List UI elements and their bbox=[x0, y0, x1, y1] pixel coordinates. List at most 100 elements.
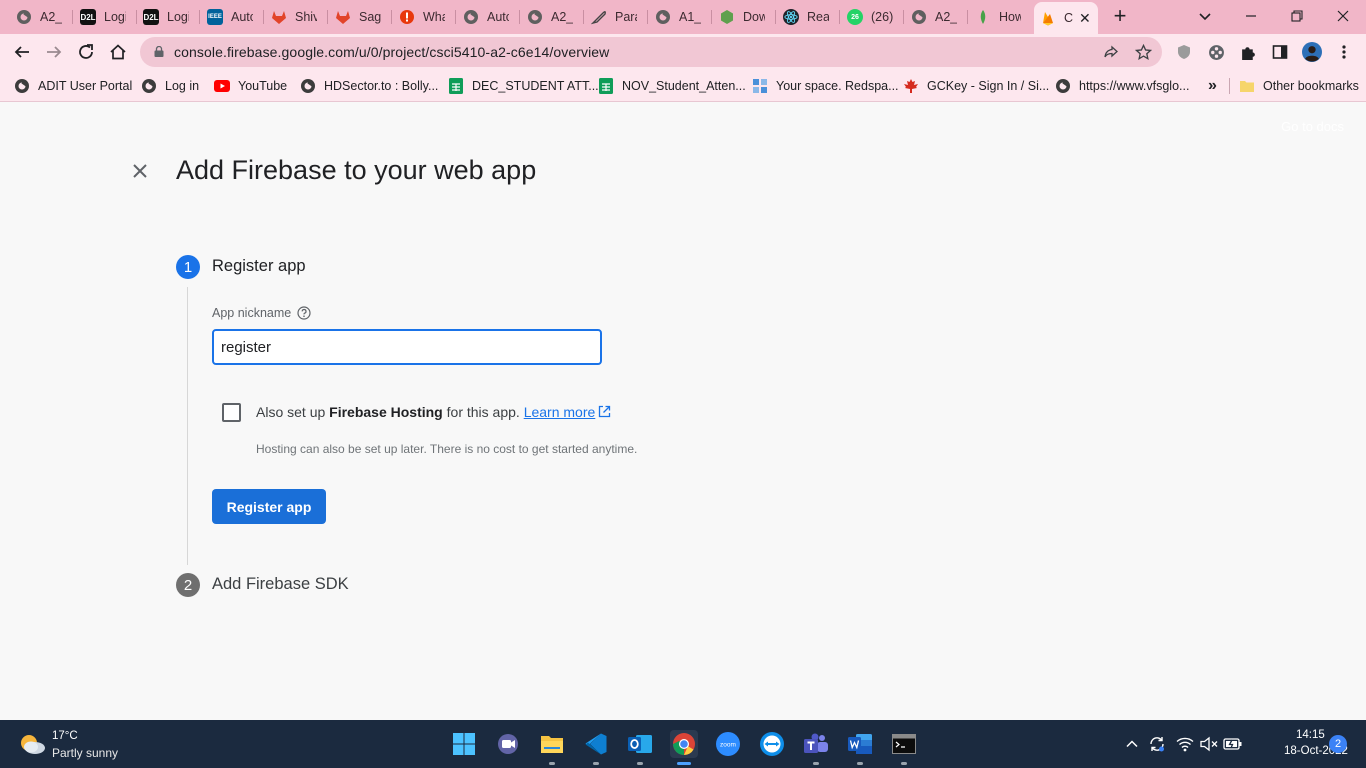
tab-title: Autc bbox=[487, 10, 509, 24]
forward-arrow-icon[interactable] bbox=[42, 40, 66, 64]
bookmark-vfsglobal[interactable]: https://www.vfsglo... bbox=[1055, 77, 1189, 95]
tab-4[interactable]: Shiv bbox=[271, 4, 327, 30]
browser-toolbar: console.firebase.google.com/u/0/project/… bbox=[0, 34, 1366, 70]
restore-button[interactable] bbox=[1282, 4, 1312, 28]
shield-extension-icon[interactable] bbox=[1174, 42, 1194, 62]
close-window-button[interactable] bbox=[1328, 4, 1358, 28]
learn-more-link[interactable]: Learn more bbox=[524, 404, 596, 420]
address-bar[interactable]: console.firebase.google.com/u/0/project/… bbox=[140, 37, 1162, 67]
bookmark-star-icon[interactable] bbox=[1133, 42, 1153, 62]
tab-0[interactable]: A2_F bbox=[16, 4, 72, 30]
tab-1[interactable]: D2L Logi bbox=[80, 4, 136, 30]
bookmark-dec-student-att[interactable]: DEC_STUDENT ATT... bbox=[448, 77, 599, 95]
bookmark-redspace[interactable]: Your space. Redspa... bbox=[752, 77, 899, 95]
volume-muted-icon[interactable] bbox=[1199, 734, 1219, 754]
tab-title: Dow bbox=[743, 10, 765, 24]
running-indicator bbox=[813, 762, 819, 765]
page-title: Add Firebase to your web app bbox=[176, 155, 537, 185]
bookmark-label: DEC_STUDENT ATT... bbox=[472, 79, 599, 93]
notification-badge[interactable]: 2 bbox=[1329, 735, 1347, 753]
nodejs-icon bbox=[719, 9, 735, 25]
chrome-icon[interactable] bbox=[670, 730, 698, 758]
hosting-text-prefix: Also set up bbox=[256, 404, 330, 420]
vscode-icon[interactable] bbox=[582, 730, 610, 758]
file-explorer-icon[interactable] bbox=[538, 730, 566, 758]
tab-title: Shiv bbox=[295, 10, 317, 24]
film-extension-icon[interactable] bbox=[1206, 42, 1226, 62]
tab-3[interactable]: IEEE Autc bbox=[207, 4, 263, 30]
more-bookmarks-chevron[interactable]: » bbox=[1208, 77, 1217, 95]
back-arrow-icon[interactable] bbox=[10, 40, 34, 64]
firebase-hosting-checkbox[interactable] bbox=[222, 403, 241, 422]
tab-16-active[interactable]: C ✕ bbox=[1034, 2, 1098, 34]
bookmark-hdsector[interactable]: HDSector.to : Bolly... bbox=[300, 77, 438, 95]
terminal-icon[interactable] bbox=[890, 730, 918, 758]
more-menu-icon[interactable] bbox=[1334, 42, 1354, 62]
tab-12[interactable]: Reac bbox=[783, 4, 839, 30]
tab-11[interactable]: Dow bbox=[719, 4, 775, 30]
firebase-icon bbox=[1040, 10, 1056, 26]
close-icon[interactable] bbox=[128, 159, 152, 183]
tab-title: (26) bbox=[871, 10, 894, 24]
teams-chat-icon[interactable] bbox=[494, 730, 522, 758]
app-nickname-input[interactable] bbox=[212, 329, 602, 365]
wifi-icon[interactable] bbox=[1175, 734, 1195, 754]
tab-2[interactable]: D2L Logi bbox=[143, 4, 199, 30]
weather-temperature[interactable]: 17°C bbox=[52, 730, 78, 742]
tab-search-chevron-icon[interactable] bbox=[1196, 7, 1214, 25]
share-icon[interactable] bbox=[1101, 42, 1121, 62]
partly-sunny-icon[interactable] bbox=[18, 732, 46, 756]
tab-14[interactable]: A2_F bbox=[911, 4, 967, 30]
reload-icon[interactable] bbox=[74, 40, 98, 64]
bookmark-log-in[interactable]: Log in bbox=[141, 77, 199, 95]
bookmark-label: Other bookmarks bbox=[1263, 79, 1359, 93]
tab-title: Reac bbox=[807, 10, 829, 24]
go-to-docs-link[interactable]: Go to docs bbox=[1281, 119, 1344, 134]
clock-time[interactable]: 14:15 bbox=[1296, 729, 1325, 741]
tab-9[interactable]: Para bbox=[591, 4, 647, 30]
outlook-icon[interactable] bbox=[626, 730, 654, 758]
show-hidden-icons-chevron[interactable] bbox=[1122, 734, 1142, 754]
profile-avatar[interactable] bbox=[1302, 42, 1322, 62]
register-app-button[interactable]: Register app bbox=[212, 489, 326, 524]
tab-title: A2_F bbox=[40, 10, 62, 24]
external-link-icon[interactable] bbox=[598, 405, 611, 418]
home-icon[interactable] bbox=[106, 40, 130, 64]
tab-title: Wha bbox=[423, 10, 445, 24]
bookmark-youtube[interactable]: YouTube bbox=[214, 77, 287, 95]
tab-13[interactable]: 26 (26) bbox=[847, 4, 903, 30]
minimize-button[interactable] bbox=[1236, 4, 1266, 28]
teams-icon[interactable] bbox=[802, 730, 830, 758]
bookmark-adit-user-portal[interactable]: ADIT User Portal bbox=[14, 77, 132, 95]
tab-title: Para bbox=[615, 10, 637, 24]
tab-10[interactable]: A1_E bbox=[655, 4, 711, 30]
side-panel-icon[interactable] bbox=[1270, 42, 1290, 62]
close-tab-icon[interactable]: ✕ bbox=[1079, 10, 1091, 27]
sync-icon[interactable] bbox=[1147, 734, 1167, 754]
new-tab-button[interactable]: + bbox=[1108, 5, 1132, 29]
word-icon[interactable] bbox=[846, 730, 874, 758]
bookmark-label: https://www.vfsglo... bbox=[1079, 79, 1190, 93]
battery-charging-icon[interactable] bbox=[1223, 734, 1243, 754]
bookmark-gckey[interactable]: GCKey - Sign In / Si... bbox=[903, 77, 1049, 95]
puzzle-extensions-icon[interactable] bbox=[1238, 42, 1258, 62]
gitlab-icon bbox=[335, 9, 351, 25]
bookmark-nov-student-atten[interactable]: NOV_Student_Atten... bbox=[598, 77, 746, 95]
zoom-icon[interactable]: zoom bbox=[714, 730, 742, 758]
help-circle-icon[interactable] bbox=[297, 306, 311, 320]
d2l-icon: D2L bbox=[143, 9, 159, 25]
bookmark-label: GCKey - Sign In / Si... bbox=[927, 79, 1050, 93]
tab-7[interactable]: Autc bbox=[463, 4, 519, 30]
tab-5[interactable]: Saga bbox=[335, 4, 391, 30]
tab-15[interactable]: How bbox=[975, 4, 1031, 30]
bookmark-label: Log in bbox=[165, 79, 200, 93]
tab-6[interactable]: Wha bbox=[399, 4, 455, 30]
active-app-indicator bbox=[677, 762, 691, 765]
teamviewer-icon[interactable] bbox=[758, 730, 786, 758]
windows-start-icon[interactable] bbox=[450, 730, 478, 758]
other-bookmarks[interactable]: Other bookmarks bbox=[1239, 77, 1359, 95]
tab-8[interactable]: A2_C bbox=[527, 4, 583, 30]
hosting-subtext: Hosting can also be set up later. There … bbox=[256, 442, 638, 456]
generic-globe-icon bbox=[911, 9, 927, 25]
weather-description[interactable]: Partly sunny bbox=[52, 746, 118, 760]
